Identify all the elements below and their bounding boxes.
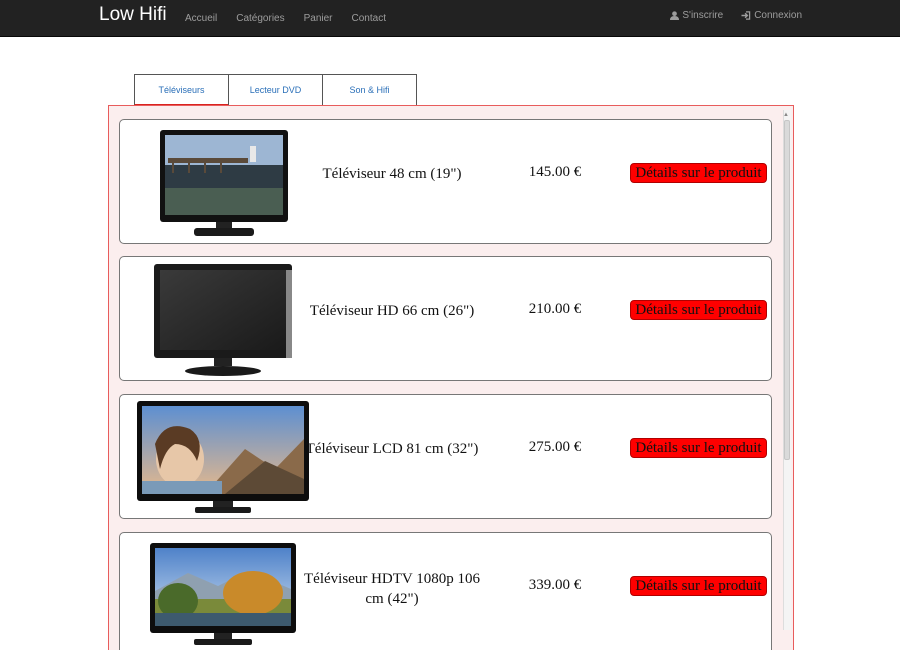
product-details-button[interactable]: Détails sur le produit <box>630 300 767 320</box>
product-image-tv-42[interactable] <box>148 541 298 649</box>
product-card: Téléviseur LCD 81 cm (32") 275.00 € Déta… <box>119 394 772 519</box>
tab-son-hifi[interactable]: Son & Hifi <box>322 74 417 106</box>
nav-accueil[interactable]: Accueil <box>185 13 217 24</box>
product-image-tv-26[interactable] <box>152 262 294 378</box>
signup-label: S'inscrire <box>682 9 724 21</box>
login-link[interactable]: Connexion <box>741 10 802 21</box>
top-navbar: Low Hifi Accueil Catégories Panier Conta… <box>0 0 900 37</box>
product-name: Téléviseur 48 cm (19") <box>322 166 462 182</box>
brand-logo[interactable]: Low Hifi <box>99 4 167 26</box>
product-image-tv-19[interactable] <box>158 128 290 240</box>
product-list-panel: Téléviseur 48 cm (19") 145.00 € Détails … <box>108 105 794 650</box>
product-price: 339.00 € <box>528 577 582 593</box>
user-icon <box>670 10 680 20</box>
scrollbar-thumb[interactable] <box>784 120 790 460</box>
product-details-button[interactable]: Détails sur le produit <box>630 576 767 596</box>
product-name: Téléviseur HD 66 cm (26") <box>309 303 475 319</box>
product-details-button[interactable]: Détails sur le produit <box>630 163 767 183</box>
nav-contact[interactable]: Contact <box>352 13 386 24</box>
product-card: Téléviseur 48 cm (19") 145.00 € Détails … <box>119 119 772 244</box>
login-label: Connexion <box>754 9 802 21</box>
product-image-tv-32[interactable] <box>135 399 311 517</box>
product-card: Téléviseur HDTV 1080p 106 cm (42") 339.0… <box>119 532 772 650</box>
login-icon <box>741 10 751 20</box>
scroll-up-arrow-icon[interactable]: ▲ <box>783 112 789 118</box>
nav-categories[interactable]: Catégories <box>236 13 284 24</box>
product-name: Téléviseur LCD 81 cm (32") <box>305 441 479 457</box>
product-price: 210.00 € <box>528 301 582 317</box>
product-card: Téléviseur HD 66 cm (26") 210.00 € Détai… <box>119 256 772 381</box>
signup-link[interactable]: S'inscrire <box>670 10 723 21</box>
nav-panier[interactable]: Panier <box>304 13 333 24</box>
product-details-button[interactable]: Détails sur le produit <box>630 438 767 458</box>
panel-scrollbar[interactable]: ▲ <box>783 110 791 630</box>
main-nav: Accueil Catégories Panier Contact <box>185 0 405 37</box>
product-price: 275.00 € <box>528 439 582 455</box>
tab-televiseurs[interactable]: Téléviseurs <box>134 74 229 106</box>
category-tabs: Téléviseurs Lecteur DVD Son & Hifi <box>134 74 417 106</box>
tab-lecteur-dvd[interactable]: Lecteur DVD <box>228 74 323 106</box>
product-name: Téléviseur HDTV 1080p 106 cm (42") <box>304 571 480 607</box>
account-nav: S'inscrire Connexion <box>652 0 802 30</box>
product-price: 145.00 € <box>528 164 582 180</box>
